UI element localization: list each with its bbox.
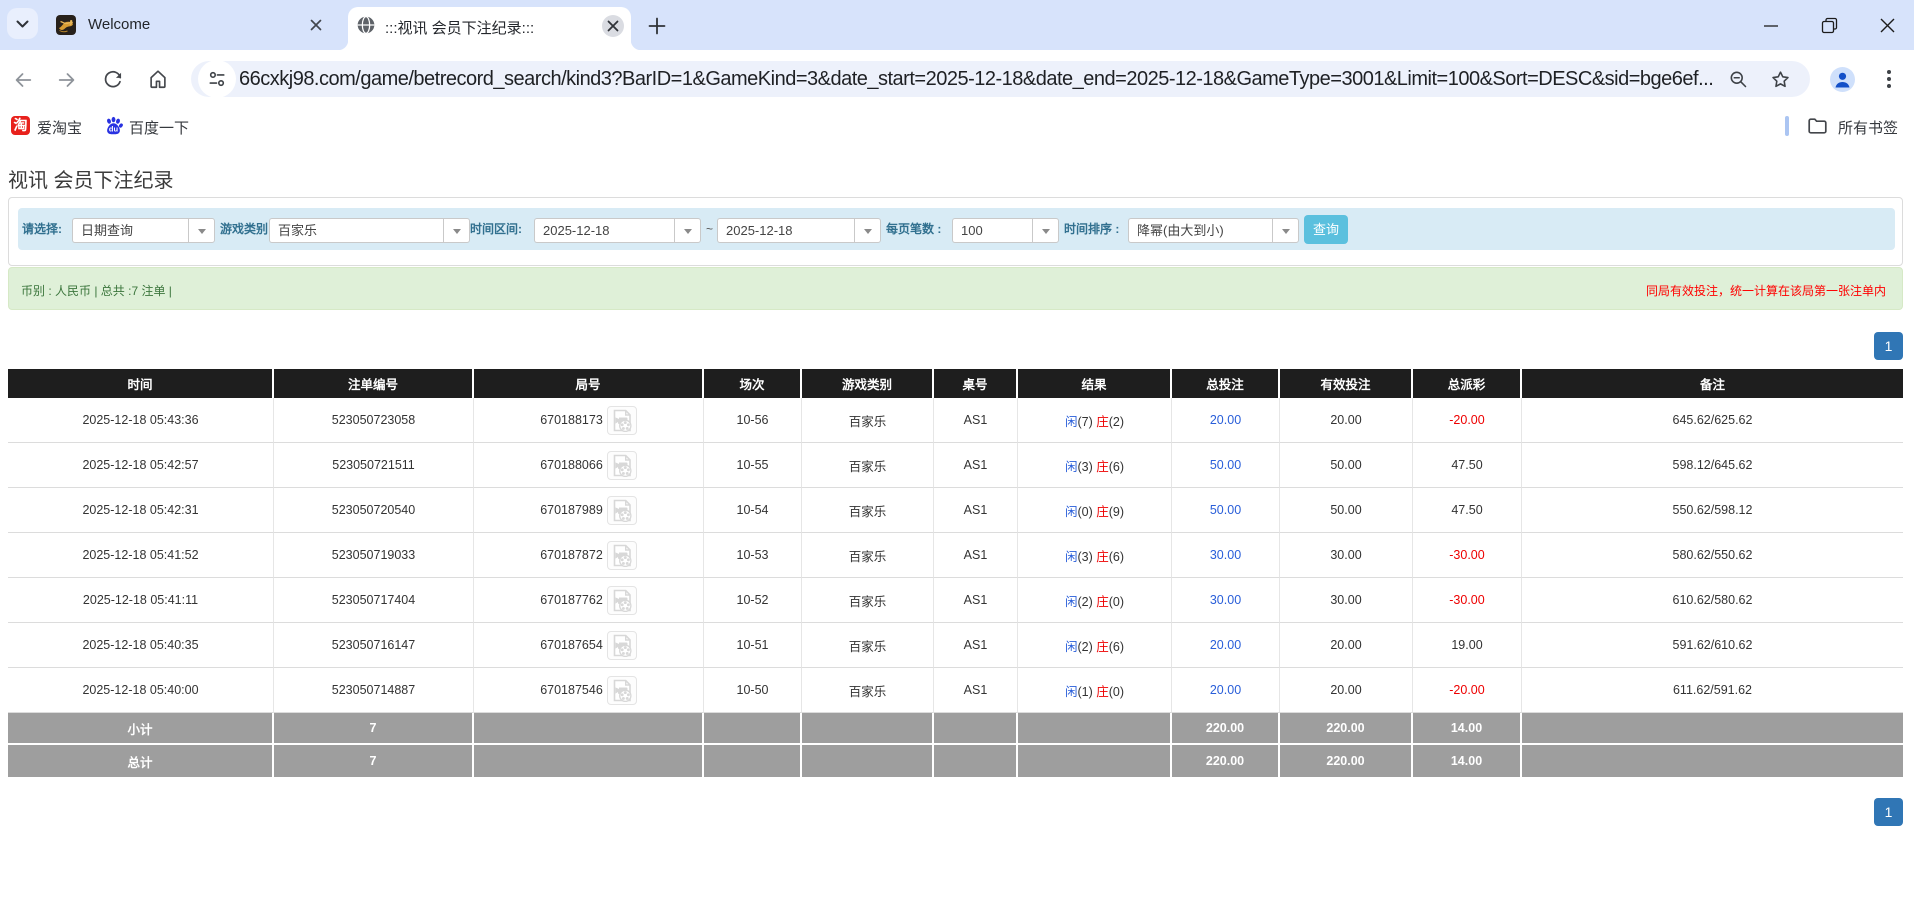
svg-text:du: du [109, 124, 119, 133]
